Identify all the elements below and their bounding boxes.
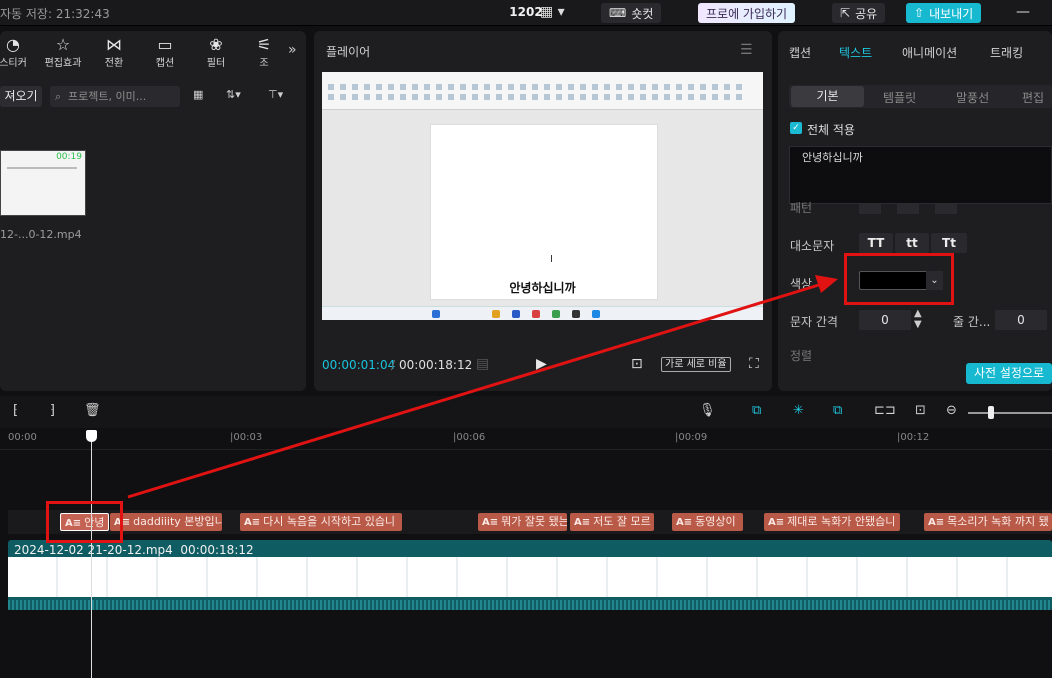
annotation-arrow: [127, 275, 838, 499]
